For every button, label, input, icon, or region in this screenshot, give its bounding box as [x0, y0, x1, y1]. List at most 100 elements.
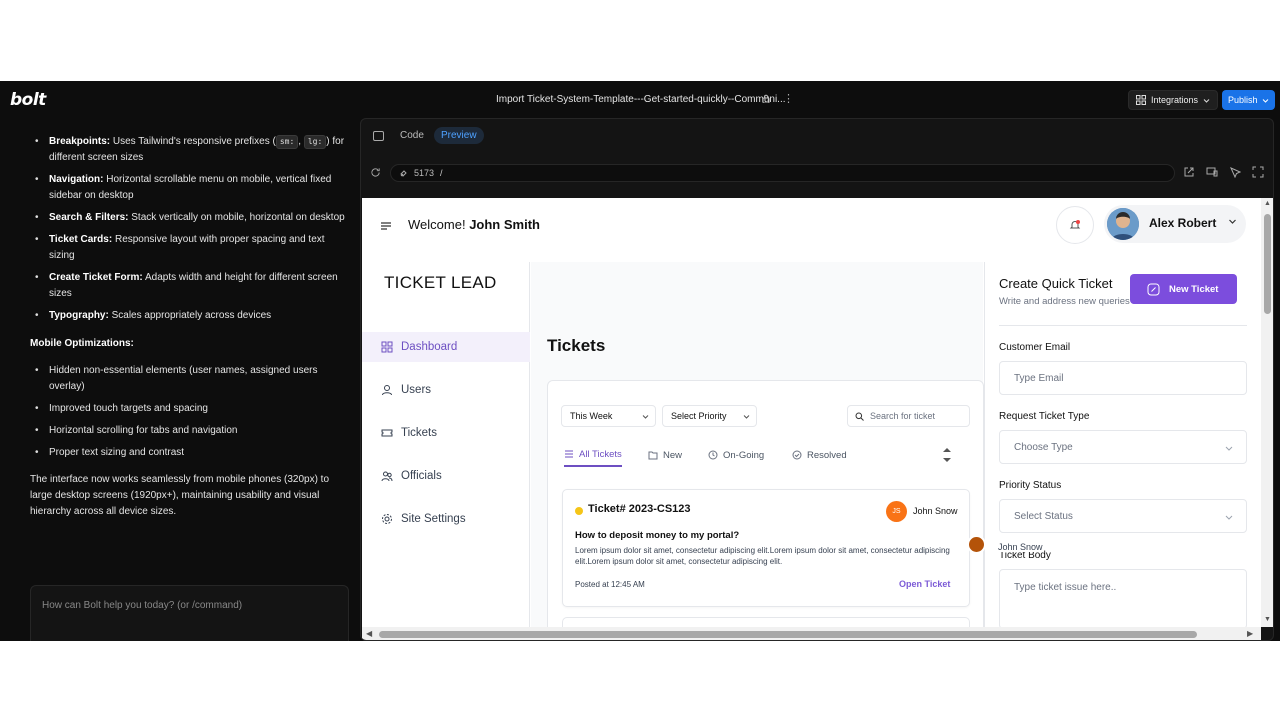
tab-label: Resolved: [807, 449, 847, 461]
user-menu[interactable]: Alex Robert: [1104, 205, 1246, 243]
user-name: Alex Robert: [1149, 216, 1217, 230]
project-title[interactable]: Import Ticket-System-Template---Get-star…: [496, 94, 786, 105]
sidebar-item-label: Officials: [401, 470, 442, 482]
ticket-body-field[interactable]: Type ticket issue here..: [999, 569, 1247, 627]
type-label: Request Ticket Type: [999, 411, 1090, 422]
publish-button[interactable]: Publish: [1222, 90, 1275, 110]
main-content: Tickets This Week Select Priority Search…: [531, 262, 984, 627]
sidebar-item-site-settings[interactable]: Site Settings: [362, 504, 530, 534]
integrations-icon: [1136, 95, 1146, 105]
top-bar: bolt Import Ticket-System-Template---Get…: [0, 81, 1280, 118]
bullet-title: Navigation:: [49, 174, 104, 185]
tab-on-going[interactable]: On-Going: [708, 443, 764, 467]
open-ticket-link[interactable]: Open Ticket: [899, 579, 950, 589]
tickets-card: This Week Select Priority Search for tic…: [547, 380, 984, 627]
list-item: Breakpoints: Uses Tailwind's responsive …: [30, 134, 350, 166]
priority-label: Priority Status: [999, 480, 1062, 491]
inspector-icon[interactable]: [1229, 166, 1241, 178]
sidebar-item-label: Tickets: [401, 427, 437, 439]
tab-code[interactable]: Code: [391, 127, 433, 144]
sort-icon[interactable]: [942, 445, 952, 465]
code-chip: lg:: [303, 135, 327, 149]
type-select[interactable]: Choose Type: [999, 430, 1247, 464]
dashboard-icon: [381, 341, 393, 353]
divider: [999, 325, 1247, 326]
open-external-icon[interactable]: [1183, 166, 1195, 178]
edit-icon: [1147, 283, 1160, 295]
list-item: Ticket Cards: Responsive layout with pro…: [30, 232, 350, 264]
user-photo: [1107, 208, 1139, 240]
chevron-down-icon: [743, 415, 750, 419]
ticket-question: How to deposit money to my portal?: [575, 530, 740, 541]
brand-logo[interactable]: TICKET LEAD: [384, 273, 497, 293]
bolt-logo[interactable]: bolt: [10, 90, 46, 110]
chevron-down-icon: [1225, 446, 1233, 451]
tab-new[interactable]: New: [648, 443, 682, 467]
bullet-title: Create Ticket Form:: [49, 272, 143, 283]
ticket-posted-time: Posted at 12:45 AM: [575, 580, 645, 589]
priority-status-select[interactable]: Select Status: [999, 499, 1247, 533]
sidebar: TICKET LEAD Dashboard Users Tickets Offi…: [362, 262, 530, 627]
bullet-text: Stack vertically on mobile, horizontal o…: [128, 212, 345, 223]
more-options-icon[interactable]: ⋮: [783, 92, 794, 105]
scroll-left-icon[interactable]: ◀: [366, 629, 372, 638]
notification-button[interactable]: [1056, 206, 1094, 244]
bullet-title: Search & Filters:: [49, 212, 129, 223]
scroll-down-icon[interactable]: ▼: [1264, 616, 1271, 623]
tab-resolved[interactable]: Resolved: [792, 443, 847, 467]
preview-panel: Code Preview 5173 / Welcome! John Smith: [360, 118, 1274, 641]
list-item: Typography: Scales appropriately across …: [30, 308, 350, 324]
owner-avatar: JS: [886, 501, 907, 522]
vertical-scrollbar[interactable]: ▲ ▼: [1261, 198, 1273, 627]
list-item: Hidden non-essential elements (user name…: [30, 363, 350, 395]
prompt-input[interactable]: How can Bolt help you today? (or /comman…: [30, 585, 349, 641]
device-icon[interactable]: [1206, 166, 1218, 178]
publish-label: Publish: [1228, 95, 1258, 105]
sidebar-item-label: Dashboard: [401, 341, 458, 353]
priority-placeholder: Select Status: [1014, 510, 1073, 522]
search-input[interactable]: Search for ticket: [847, 405, 970, 427]
welcome-name: John Smith: [469, 217, 540, 232]
search-placeholder: Search for ticket: [870, 411, 936, 421]
panel-toggle-icon[interactable]: [373, 131, 384, 141]
sidebar-item-officials[interactable]: Officials: [362, 461, 530, 491]
list-item: Horizontal scrolling for tabs and naviga…: [30, 423, 350, 439]
mobile-list: Hidden non-essential elements (user name…: [30, 363, 350, 467]
list-item: Search & Filters: Stack vertically on mo…: [30, 210, 350, 226]
menu-icon[interactable]: [381, 222, 391, 230]
plug-icon: [400, 169, 407, 177]
horizontal-scrollbar[interactable]: ◀ ▶: [362, 627, 1261, 640]
integrations-button[interactable]: Integrations: [1128, 90, 1218, 110]
bell-icon: [1069, 220, 1081, 229]
new-ticket-button[interactable]: New Ticket: [1130, 274, 1237, 304]
tab-label: On-Going: [723, 449, 765, 461]
week-select[interactable]: This Week: [561, 405, 656, 427]
reload-icon[interactable]: [370, 167, 381, 178]
chevron-down-icon: [642, 415, 649, 419]
tab-all-tickets[interactable]: All Tickets: [564, 443, 622, 467]
email-field[interactable]: Type Email: [999, 361, 1247, 395]
priority-select[interactable]: Select Priority: [662, 405, 757, 427]
ticket-card[interactable]: Ticket# 2023-CS123 JS John Snow How to d…: [562, 489, 970, 607]
sidebar-item-users[interactable]: Users: [362, 375, 530, 405]
scroll-right-icon[interactable]: ▶: [1247, 629, 1253, 638]
sidebar-item-dashboard[interactable]: Dashboard: [362, 332, 530, 362]
bullet-text: Scales appropriately across devices: [108, 310, 272, 321]
preview-viewport: Welcome! John Smith Alex Robert TICKET L…: [362, 198, 1261, 627]
tab-preview[interactable]: Preview: [434, 127, 484, 144]
bullet-title: Ticket Cards:: [49, 234, 113, 245]
sidebar-item-tickets[interactable]: Tickets: [362, 418, 530, 448]
url-field[interactable]: 5173 /: [390, 164, 1175, 182]
users-icon: [381, 471, 393, 482]
folder-icon: [648, 451, 658, 460]
scroll-up-icon[interactable]: ▲: [1264, 200, 1271, 207]
scroll-thumb[interactable]: [379, 631, 1197, 638]
bullet-title: Typography:: [49, 310, 109, 321]
ticket-card[interactable]: [562, 617, 970, 627]
email-placeholder: Type Email: [1014, 372, 1064, 384]
welcome-text: Welcome! John Smith: [408, 217, 540, 232]
gear-icon: [382, 514, 392, 524]
scroll-thumb[interactable]: [1264, 214, 1271, 314]
code-chip: sm:: [275, 135, 299, 149]
fullscreen-icon[interactable]: [1252, 166, 1264, 178]
